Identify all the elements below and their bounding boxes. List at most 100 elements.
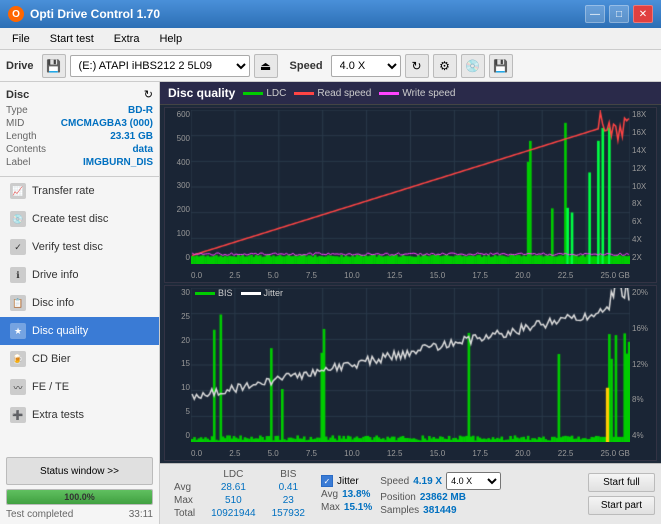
eject-icon[interactable]: ⏏ <box>254 54 278 78</box>
stats-table: LDC BIS Avg 28.61 0.41 Max 510 23 Tota <box>166 468 313 520</box>
charts-area: 0 100 200 300 400 500 600 2X 4X 6X 8X 10… <box>160 105 661 463</box>
toolbar: Drive 💾 (E:) ATAPI iHBS212 2 5L09 ⏏ Spee… <box>0 50 661 82</box>
speed-select[interactable]: 4.0 X <box>331 55 401 77</box>
chart1-y-labels-right: 2X 4X 6X 8X 10X 12X 14X 16X 18X <box>630 108 656 264</box>
disc-info-icon: 📋 <box>10 295 26 311</box>
nav-items: 📈 Transfer rate 💿 Create test disc ✓ Ver… <box>0 177 159 453</box>
disc-refresh-icon[interactable]: ↻ <box>144 88 153 101</box>
action-buttons: Start full Start part <box>588 473 655 515</box>
sidebar-item-verify-test-disc[interactable]: ✓ Verify test disc <box>0 233 159 261</box>
stats-header-empty <box>166 468 203 481</box>
chart2-canvas <box>191 288 630 442</box>
sidebar-item-label-fe-te: FE / TE <box>32 381 69 393</box>
stats-total-label: Total <box>166 507 203 520</box>
disc-type-row: Type BD-R <box>6 105 153 116</box>
save-icon[interactable]: 💾 <box>489 54 513 78</box>
content-area: Disc quality LDC Read speed Write speed … <box>160 82 661 524</box>
disc-contents-value: data <box>132 144 153 155</box>
settings-icon[interactable]: ⚙ <box>433 54 457 78</box>
start-part-button[interactable]: Start part <box>588 496 655 515</box>
sidebar-item-disc-info[interactable]: 📋 Disc info <box>0 289 159 317</box>
status-window-button[interactable]: Status window >> <box>6 457 153 485</box>
legend-bis-label: BIS <box>218 288 233 298</box>
chart2: BIS Jitter 0 5 10 15 20 25 30 <box>164 285 657 461</box>
sidebar-item-label-disc-quality: Disc quality <box>32 325 88 337</box>
disc-quality-icon: ★ <box>10 323 26 339</box>
stats-max-bis: 23 <box>264 494 313 507</box>
disc-header: Disc ↻ <box>6 88 153 101</box>
disc-contents-label: Contents <box>6 144 46 155</box>
legend-jitter-label: Jitter <box>264 288 284 298</box>
progress-text: 100.0% <box>7 490 152 504</box>
status-text: Test completed 33:11 <box>6 509 153 520</box>
disc-mid-value: CMCMAGBA3 (000) <box>61 118 153 129</box>
app-icon: O <box>8 6 24 22</box>
sidebar: Disc ↻ Type BD-R MID CMCMAGBA3 (000) Len… <box>0 82 160 524</box>
stats-avg-label: Avg <box>166 481 203 494</box>
speed-select2[interactable]: 4.0 X <box>446 472 501 490</box>
disc-length-value: 23.31 GB <box>110 131 153 142</box>
maximize-button[interactable]: □ <box>609 5 629 23</box>
legend-write-speed-label: Write speed <box>402 88 455 99</box>
speed-text-label: Speed <box>380 476 409 487</box>
sidebar-item-transfer-rate[interactable]: 📈 Transfer rate <box>0 177 159 205</box>
sidebar-item-label-extra-tests: Extra tests <box>32 409 84 421</box>
jitter-checkbox[interactable]: ✓ <box>321 475 333 487</box>
stats-area: LDC BIS Avg 28.61 0.41 Max 510 23 Tota <box>160 463 661 524</box>
menu-start-test[interactable]: Start test <box>42 31 102 47</box>
disc-mid-label: MID <box>6 118 24 129</box>
chart2-y-labels-right: 4% 8% 12% 16% 20% <box>630 286 656 442</box>
chart-title: Disc quality <box>168 86 235 100</box>
refresh-icon[interactable]: ↻ <box>405 54 429 78</box>
menu-file[interactable]: File <box>4 31 38 47</box>
chart1-canvas-area <box>191 110 630 264</box>
menu-help[interactable]: Help <box>151 31 190 47</box>
stats-header-ldc: LDC <box>203 468 264 481</box>
jitter-header: ✓ Jitter <box>321 475 372 487</box>
sidebar-item-fe-te[interactable]: 〰 FE / TE <box>0 373 159 401</box>
legend-bis-color <box>195 292 215 295</box>
drive-select[interactable]: (E:) ATAPI iHBS212 2 5L09 <box>70 55 250 77</box>
create-test-disc-icon: 💿 <box>10 211 26 227</box>
chart1-x-labels: 0.0 2.5 5.0 7.5 10.0 12.5 15.0 17.5 20.0… <box>191 271 630 280</box>
extra-tests-icon: ➕ <box>10 407 26 423</box>
legend-write-speed: Write speed <box>379 88 455 99</box>
legend-ldc-label: LDC <box>266 88 286 99</box>
sidebar-item-label-transfer-rate: Transfer rate <box>32 185 95 197</box>
legend-jitter: Jitter <box>241 288 284 298</box>
disc-label-value: IMGBURN_DIS <box>83 157 153 168</box>
disc-length-label: Length <box>6 131 37 142</box>
sidebar-item-label-cd-bier: CD Bier <box>32 353 71 365</box>
legend-read-speed-color <box>294 92 314 95</box>
sidebar-item-drive-info[interactable]: ℹ Drive info <box>0 261 159 289</box>
jitter-max-value: 15.1% <box>344 502 372 513</box>
main-layout: Disc ↻ Type BD-R MID CMCMAGBA3 (000) Len… <box>0 82 661 524</box>
stats-total-ldc: 10921944 <box>203 507 264 520</box>
transfer-rate-icon: 📈 <box>10 183 26 199</box>
disc-contents-row: Contents data <box>6 144 153 155</box>
sidebar-item-label-drive-info: Drive info <box>32 269 78 281</box>
sidebar-item-extra-tests[interactable]: ➕ Extra tests <box>0 401 159 429</box>
minimize-button[interactable]: — <box>585 5 605 23</box>
speed-label: Speed <box>290 60 323 72</box>
speed-info: Speed 4.19 X 4.0 X Position 23862 MB Sam… <box>380 472 501 516</box>
sidebar-item-cd-bier[interactable]: 🍺 CD Bier <box>0 345 159 373</box>
close-button[interactable]: ✕ <box>633 5 653 23</box>
progress-bar: 100.0% <box>6 489 153 505</box>
chart-header: Disc quality LDC Read speed Write speed <box>160 82 661 105</box>
start-full-button[interactable]: Start full <box>588 473 655 492</box>
jitter-max-row: Max 15.1% <box>321 502 372 513</box>
menu-extra[interactable]: Extra <box>106 31 148 47</box>
sidebar-item-disc-quality[interactable]: ★ Disc quality <box>0 317 159 345</box>
legend-ldc: LDC <box>243 88 286 99</box>
sidebar-item-label-disc-info: Disc info <box>32 297 74 309</box>
disc-icon[interactable]: 💿 <box>461 54 485 78</box>
sidebar-item-create-test-disc[interactable]: 💿 Create test disc <box>0 205 159 233</box>
chart1: 0 100 200 300 400 500 600 2X 4X 6X 8X 10… <box>164 107 657 283</box>
chart1-y-labels-left: 0 100 200 300 400 500 600 <box>165 108 191 264</box>
sidebar-item-label-verify-test-disc: Verify test disc <box>32 241 103 253</box>
title-bar-title: O Opti Drive Control 1.70 <box>8 6 160 22</box>
speed-value: 4.19 X <box>413 476 442 487</box>
jitter-max-label: Max <box>321 502 340 513</box>
jitter-section: ✓ Jitter Avg 13.8% Max 15.1% <box>321 475 372 513</box>
